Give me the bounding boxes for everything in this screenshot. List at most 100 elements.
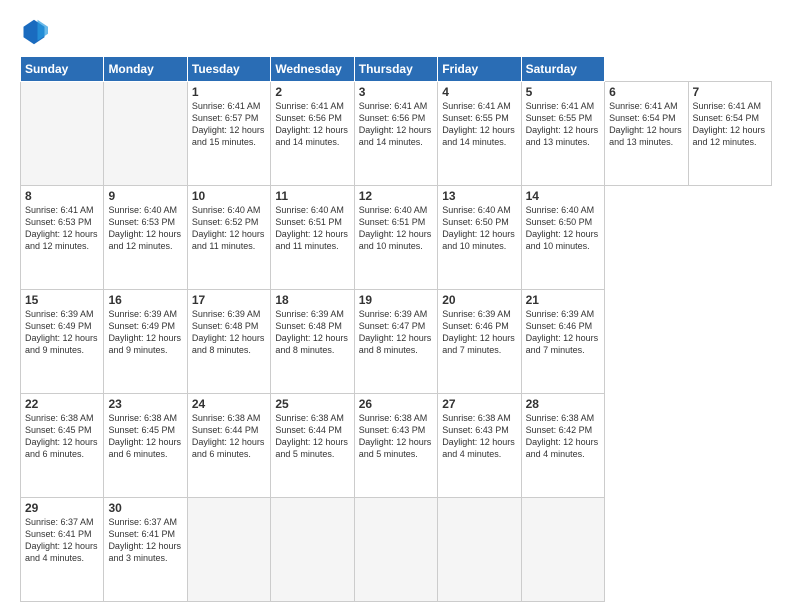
day-number: 19 xyxy=(359,293,433,307)
calendar-cell: 20Sunrise: 6:39 AMSunset: 6:46 PMDayligh… xyxy=(438,290,521,394)
calendar-cell: 10 Sunrise: 6:40 AMSunset: 6:52 PMDayligh… xyxy=(187,186,270,290)
day-info: Sunrise: 6:39 AMSunset: 6:46 PMDaylight:… xyxy=(526,309,599,355)
day-number: 6 xyxy=(609,85,683,99)
calendar-cell: 19 Sunrise: 6:39 AMSunset: 6:47 PMDayligh… xyxy=(354,290,437,394)
day-number: 8 xyxy=(25,189,99,203)
week-row-3: 22 Sunrise: 6:38 AMSunset: 6:45 PMDayligh… xyxy=(21,394,772,498)
day-number: 30 xyxy=(108,501,182,515)
header xyxy=(20,18,772,46)
day-number: 25 xyxy=(275,397,349,411)
day-number: 3 xyxy=(359,85,433,99)
day-number: 11 xyxy=(275,189,349,203)
day-info: Sunrise: 6:41 AMSunset: 6:53 PMDaylight:… xyxy=(25,205,98,251)
day-number: 14 xyxy=(526,189,600,203)
day-number: 9 xyxy=(108,189,182,203)
weekday-tuesday: Tuesday xyxy=(187,57,270,82)
calendar-cell xyxy=(104,82,187,186)
weekday-header-row: SundayMondayTuesdayWednesdayThursdayFrid… xyxy=(21,57,772,82)
day-info: Sunrise: 6:38 AMSunset: 6:44 PMDaylight:… xyxy=(192,413,265,459)
day-info: Sunrise: 6:41 AMSunset: 6:54 PMDaylight:… xyxy=(693,101,766,147)
calendar-cell: 7 Sunrise: 6:41 AMSunset: 6:54 PMDaylight… xyxy=(688,82,772,186)
day-number: 5 xyxy=(526,85,600,99)
day-info: Sunrise: 6:39 AMSunset: 6:47 PMDaylight:… xyxy=(359,309,432,355)
day-info: Sunrise: 6:38 AMSunset: 6:43 PMDaylight:… xyxy=(442,413,515,459)
week-row-0: 1Sunrise: 6:41 AMSunset: 6:57 PMDaylight… xyxy=(21,82,772,186)
calendar-cell: 26Sunrise: 6:38 AMSunset: 6:43 PMDayligh… xyxy=(354,394,437,498)
day-info: Sunrise: 6:41 AMSunset: 6:56 PMDaylight:… xyxy=(275,101,348,147)
weekday-friday: Friday xyxy=(438,57,521,82)
calendar-cell: 27 Sunrise: 6:38 AMSunset: 6:43 PMDayligh… xyxy=(438,394,521,498)
day-info: Sunrise: 6:40 AMSunset: 6:53 PMDaylight:… xyxy=(108,205,181,251)
calendar-cell: 13 Sunrise: 6:40 AMSunset: 6:50 PMDayligh… xyxy=(438,186,521,290)
day-number: 17 xyxy=(192,293,266,307)
day-info: Sunrise: 6:39 AMSunset: 6:48 PMDaylight:… xyxy=(275,309,348,355)
calendar-cell: 18 Sunrise: 6:39 AMSunset: 6:48 PMDayligh… xyxy=(271,290,354,394)
calendar-cell xyxy=(21,82,104,186)
calendar-cell: 22 Sunrise: 6:38 AMSunset: 6:45 PMDayligh… xyxy=(21,394,104,498)
calendar-cell: 1Sunrise: 6:41 AMSunset: 6:57 PMDaylight… xyxy=(187,82,270,186)
day-number: 16 xyxy=(108,293,182,307)
calendar-cell: 5 Sunrise: 6:41 AMSunset: 6:55 PMDaylight… xyxy=(521,82,604,186)
weekday-thursday: Thursday xyxy=(354,57,437,82)
day-number: 20 xyxy=(442,293,516,307)
calendar-cell xyxy=(271,498,354,602)
day-number: 21 xyxy=(526,293,600,307)
day-info: Sunrise: 6:37 AMSunset: 6:41 PMDaylight:… xyxy=(108,517,181,563)
calendar-cell xyxy=(354,498,437,602)
weekday-sunday: Sunday xyxy=(21,57,104,82)
day-number: 27 xyxy=(442,397,516,411)
day-number: 2 xyxy=(275,85,349,99)
day-info: Sunrise: 6:39 AMSunset: 6:48 PMDaylight:… xyxy=(192,309,265,355)
logo xyxy=(20,18,52,46)
day-info: Sunrise: 6:40 AMSunset: 6:51 PMDaylight:… xyxy=(275,205,348,251)
calendar-cell: 28 Sunrise: 6:38 AMSunset: 6:42 PMDayligh… xyxy=(521,394,604,498)
day-number: 28 xyxy=(526,397,600,411)
calendar-cell: 8 Sunrise: 6:41 AMSunset: 6:53 PMDaylight… xyxy=(21,186,104,290)
day-number: 1 xyxy=(192,85,266,99)
weekday-saturday: Saturday xyxy=(521,57,604,82)
day-number: 18 xyxy=(275,293,349,307)
day-number: 22 xyxy=(25,397,99,411)
calendar-page: SundayMondayTuesdayWednesdayThursdayFrid… xyxy=(0,0,792,612)
week-row-4: 29 Sunrise: 6:37 AMSunset: 6:41 PMDayligh… xyxy=(21,498,772,602)
calendar-cell: 11 Sunrise: 6:40 AMSunset: 6:51 PMDayligh… xyxy=(271,186,354,290)
day-info: Sunrise: 6:38 AMSunset: 6:45 PMDaylight:… xyxy=(25,413,98,459)
calendar-cell: 9 Sunrise: 6:40 AMSunset: 6:53 PMDaylight… xyxy=(104,186,187,290)
week-row-1: 8 Sunrise: 6:41 AMSunset: 6:53 PMDaylight… xyxy=(21,186,772,290)
day-info: Sunrise: 6:40 AMSunset: 6:51 PMDaylight:… xyxy=(359,205,432,251)
calendar-cell: 24 Sunrise: 6:38 AMSunset: 6:44 PMDayligh… xyxy=(187,394,270,498)
day-info: Sunrise: 6:39 AMSunset: 6:49 PMDaylight:… xyxy=(108,309,181,355)
calendar-cell: 23Sunrise: 6:38 AMSunset: 6:45 PMDayligh… xyxy=(104,394,187,498)
calendar-cell: 4Sunrise: 6:41 AMSunset: 6:55 PMDaylight… xyxy=(438,82,521,186)
calendar-cell xyxy=(187,498,270,602)
day-info: Sunrise: 6:37 AMSunset: 6:41 PMDaylight:… xyxy=(25,517,98,563)
day-number: 15 xyxy=(25,293,99,307)
calendar-cell: 12 Sunrise: 6:40 AMSunset: 6:51 PMDayligh… xyxy=(354,186,437,290)
day-info: Sunrise: 6:39 AMSunset: 6:49 PMDaylight:… xyxy=(25,309,98,355)
day-info: Sunrise: 6:40 AMSunset: 6:52 PMDaylight:… xyxy=(192,205,265,251)
day-number: 10 xyxy=(192,189,266,203)
day-number: 13 xyxy=(442,189,516,203)
weekday-monday: Monday xyxy=(104,57,187,82)
calendar-cell: 2 Sunrise: 6:41 AMSunset: 6:56 PMDaylight… xyxy=(271,82,354,186)
day-number: 24 xyxy=(192,397,266,411)
calendar-cell: 16 Sunrise: 6:39 AMSunset: 6:49 PMDayligh… xyxy=(104,290,187,394)
day-number: 7 xyxy=(693,85,768,99)
day-info: Sunrise: 6:41 AMSunset: 6:56 PMDaylight:… xyxy=(359,101,432,147)
calendar-body: 1Sunrise: 6:41 AMSunset: 6:57 PMDaylight… xyxy=(21,82,772,602)
day-number: 29 xyxy=(25,501,99,515)
calendar-table: SundayMondayTuesdayWednesdayThursdayFrid… xyxy=(20,56,772,602)
day-number: 12 xyxy=(359,189,433,203)
day-number: 23 xyxy=(108,397,182,411)
calendar-cell: 21 Sunrise: 6:39 AMSunset: 6:46 PMDayligh… xyxy=(521,290,604,394)
week-row-2: 15 Sunrise: 6:39 AMSunset: 6:49 PMDayligh… xyxy=(21,290,772,394)
day-info: Sunrise: 6:38 AMSunset: 6:42 PMDaylight:… xyxy=(526,413,599,459)
calendar-cell: 29 Sunrise: 6:37 AMSunset: 6:41 PMDayligh… xyxy=(21,498,104,602)
day-info: Sunrise: 6:40 AMSunset: 6:50 PMDaylight:… xyxy=(442,205,515,251)
day-info: Sunrise: 6:41 AMSunset: 6:54 PMDaylight:… xyxy=(609,101,682,147)
calendar-cell: 3 Sunrise: 6:41 AMSunset: 6:56 PMDaylight… xyxy=(354,82,437,186)
day-number: 4 xyxy=(442,85,516,99)
day-info: Sunrise: 6:41 AMSunset: 6:55 PMDaylight:… xyxy=(526,101,599,147)
day-number: 26 xyxy=(359,397,433,411)
weekday-wednesday: Wednesday xyxy=(271,57,354,82)
